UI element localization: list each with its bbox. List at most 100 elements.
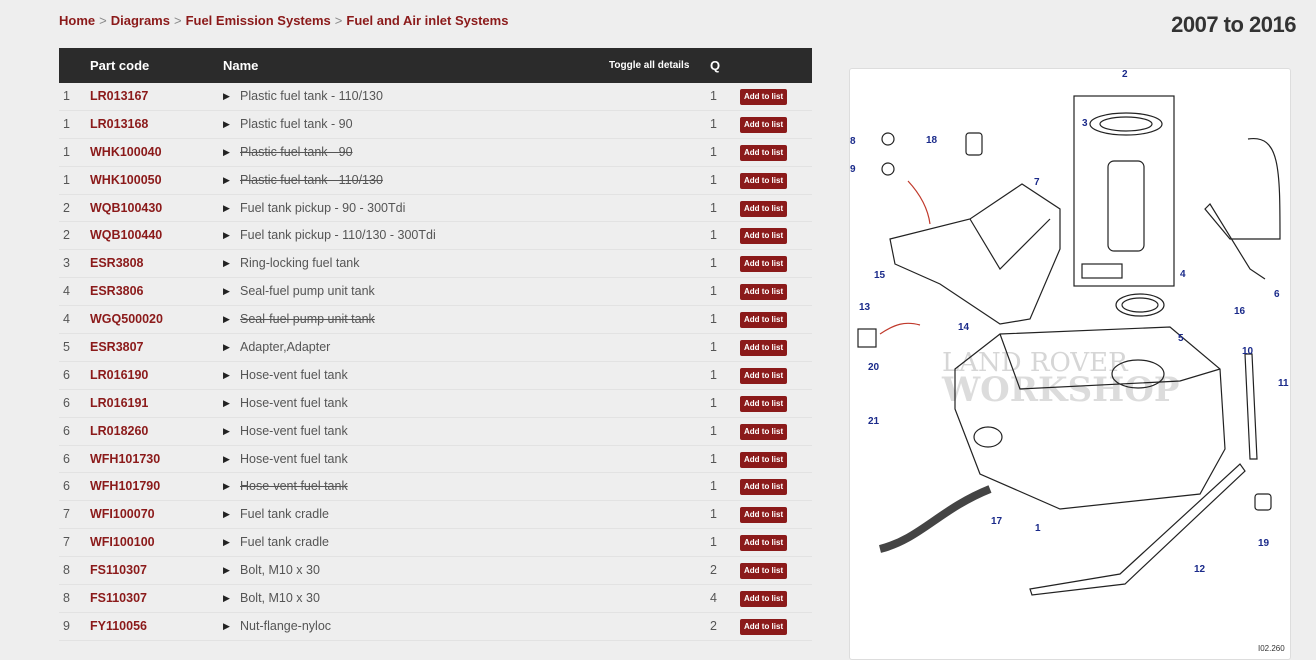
part-code-link[interactable]: WFH101730 — [90, 446, 160, 473]
quantity: 1 — [710, 367, 717, 382]
expand-arrow-icon[interactable]: ▶ — [223, 306, 230, 333]
part-code-link[interactable]: WQB100430 — [90, 195, 162, 222]
add-to-list-button[interactable]: Add to list — [740, 395, 788, 412]
part-name[interactable]: Hose-vent fuel tank — [240, 473, 348, 500]
expand-arrow-icon[interactable]: ▶ — [223, 418, 230, 445]
header-quantity: Q — [710, 58, 721, 73]
part-name[interactable]: Bolt, M10 x 30 — [240, 557, 320, 584]
fuel-pump-shape — [1107, 160, 1145, 252]
part-code-link[interactable]: LR013167 — [90, 83, 148, 110]
expand-arrow-icon[interactable]: ▶ — [223, 557, 230, 584]
add-to-list-button[interactable]: Add to list — [740, 507, 788, 524]
part-name[interactable]: Ring-locking fuel tank — [240, 250, 360, 277]
add-to-list-button[interactable]: Add to list — [740, 367, 788, 384]
add-to-list-button[interactable]: Add to list — [740, 479, 788, 496]
table-row: 3 ESR3808 ▶ Ring-locking fuel tank 1 Add to l… — [59, 250, 812, 279]
part-name[interactable]: Plastic fuel tank - 110/130 — [240, 83, 383, 110]
expand-arrow-icon[interactable]: ▶ — [223, 613, 230, 640]
part-code-link[interactable]: ESR3808 — [90, 250, 144, 277]
part-name[interactable]: Fuel tank cradle — [240, 529, 329, 556]
quantity: 1 — [710, 116, 717, 131]
expand-arrow-icon[interactable]: ▶ — [223, 111, 230, 138]
part-name[interactable]: Nut-flange-nyloc — [240, 613, 331, 640]
add-to-list-button[interactable]: Add to list — [740, 312, 788, 329]
add-to-list-button[interactable]: Add to list — [740, 284, 788, 301]
add-to-list-button[interactable]: Add to list — [740, 451, 788, 468]
part-name[interactable]: Hose-vent fuel tank — [240, 418, 348, 445]
part-name[interactable]: Seal-fuel pump unit tank — [240, 278, 375, 305]
part-code-link[interactable]: LR018260 — [90, 418, 148, 445]
diagram-number: 6 — [63, 479, 70, 494]
expand-arrow-icon[interactable]: ▶ — [223, 390, 230, 417]
expand-arrow-icon[interactable]: ▶ — [223, 167, 230, 194]
add-to-list-button[interactable]: Add to list — [740, 144, 788, 161]
expand-arrow-icon[interactable]: ▶ — [223, 250, 230, 277]
expand-arrow-icon[interactable]: ▶ — [223, 362, 230, 389]
part-name[interactable]: Fuel tank pickup - 90 - 300Tdi — [240, 195, 405, 222]
expand-arrow-icon[interactable]: ▶ — [223, 585, 230, 612]
breadcrumb-separator: > — [173, 13, 182, 28]
expand-arrow-icon[interactable]: ▶ — [223, 195, 230, 222]
table-row: 6 LR016191 ▶ Hose-vent fuel tank 1 Add to lis… — [59, 390, 812, 418]
breadcrumb-current[interactable]: Fuel and Air inlet Systems — [346, 13, 508, 28]
part-name[interactable]: Adapter,Adapter — [240, 334, 330, 361]
add-to-list-button[interactable]: Add to list — [740, 200, 788, 217]
part-code-link[interactable]: ESR3806 — [90, 278, 144, 305]
part-name[interactable]: Hose-vent fuel tank — [240, 390, 348, 417]
part-name[interactable]: Hose-vent fuel tank — [240, 362, 348, 389]
part-code-link[interactable]: WHK100040 — [90, 139, 162, 166]
part-code-link[interactable]: FS110307 — [90, 585, 147, 612]
watermark-line2: WORKSHOP — [941, 370, 1179, 410]
expand-arrow-icon[interactable]: ▶ — [223, 529, 230, 556]
add-to-list-button[interactable]: Add to list — [740, 256, 788, 273]
part-code-link[interactable]: FY110056 — [90, 613, 147, 640]
callout-label: 7 — [1034, 177, 1040, 188]
expand-arrow-icon[interactable]: ▶ — [223, 278, 230, 305]
add-to-list-button[interactable]: Add to list — [740, 116, 788, 133]
part-code-link[interactable]: LR013168 — [90, 111, 148, 138]
add-to-list-button[interactable]: Add to list — [740, 618, 788, 635]
breadcrumb-home[interactable]: Home — [59, 13, 95, 28]
part-name[interactable]: Bolt, M10 x 30 — [240, 585, 320, 612]
part-code-link[interactable]: ESR3807 — [90, 334, 144, 361]
part-code-link[interactable]: WFI100100 — [90, 529, 155, 556]
part-name[interactable]: Seal-fuel pump unit tank — [240, 306, 375, 333]
expand-arrow-icon[interactable]: ▶ — [223, 222, 230, 249]
expand-arrow-icon[interactable]: ▶ — [223, 334, 230, 361]
part-name[interactable]: Plastic fuel tank - 90 — [240, 111, 353, 138]
add-to-list-button[interactable]: Add to list — [740, 89, 788, 105]
add-to-list-button[interactable]: Add to list — [740, 563, 788, 580]
part-code-link[interactable]: WFH101790 — [90, 473, 160, 500]
vent-hose-shape — [1204, 137, 1281, 280]
toggle-all-details-link[interactable]: Toggle all details — [609, 48, 689, 83]
part-code-link[interactable]: LR016190 — [90, 362, 148, 389]
diagram-number: 1 — [63, 89, 70, 103]
part-name[interactable]: Plastic fuel tank - 110/130 — [240, 167, 383, 194]
expand-arrow-icon[interactable]: ▶ — [223, 501, 230, 528]
expand-arrow-icon[interactable]: ▶ — [223, 83, 230, 110]
breadcrumb-fuel-emission[interactable]: Fuel Emission Systems — [186, 13, 331, 28]
part-code-link[interactable]: FS110307 — [90, 557, 147, 584]
add-to-list-button[interactable]: Add to list — [740, 172, 788, 189]
part-name[interactable]: Fuel tank pickup - 110/130 - 300Tdi — [240, 222, 436, 249]
expand-arrow-icon[interactable]: ▶ — [223, 446, 230, 473]
part-code-link[interactable]: WFI100070 — [90, 501, 155, 528]
add-to-list-button[interactable]: Add to list — [740, 228, 788, 245]
table-row: 4 WGQ500020 ▶ Seal-fuel pump unit tank 1 Add … — [59, 306, 812, 335]
add-to-list-button[interactable]: Add to list — [740, 591, 788, 608]
part-code-link[interactable]: WQB100440 — [90, 222, 162, 249]
part-code-link[interactable]: LR016191 — [90, 390, 148, 417]
part-code-link[interactable]: WHK100050 — [90, 167, 162, 194]
part-code-link[interactable]: WGQ500020 — [90, 306, 163, 333]
breadcrumb-diagrams[interactable]: Diagrams — [111, 13, 170, 28]
part-name[interactable]: Fuel tank cradle — [240, 501, 329, 528]
breadcrumb: Home > Diagrams > Fuel Emission Systems > Fuel… — [59, 13, 508, 28]
part-name[interactable]: Plastic fuel tank - 90 — [240, 139, 353, 166]
parts-table: Part code Name Toggle all details Q 1 LR0… — [59, 48, 812, 641]
part-name[interactable]: Hose-vent fuel tank — [240, 446, 348, 473]
expand-arrow-icon[interactable]: ▶ — [223, 473, 230, 500]
expand-arrow-icon[interactable]: ▶ — [223, 139, 230, 166]
add-to-list-button[interactable]: Add to list — [740, 340, 788, 357]
add-to-list-button[interactable]: Add to list — [740, 535, 788, 552]
add-to-list-button[interactable]: Add to list — [740, 423, 788, 440]
